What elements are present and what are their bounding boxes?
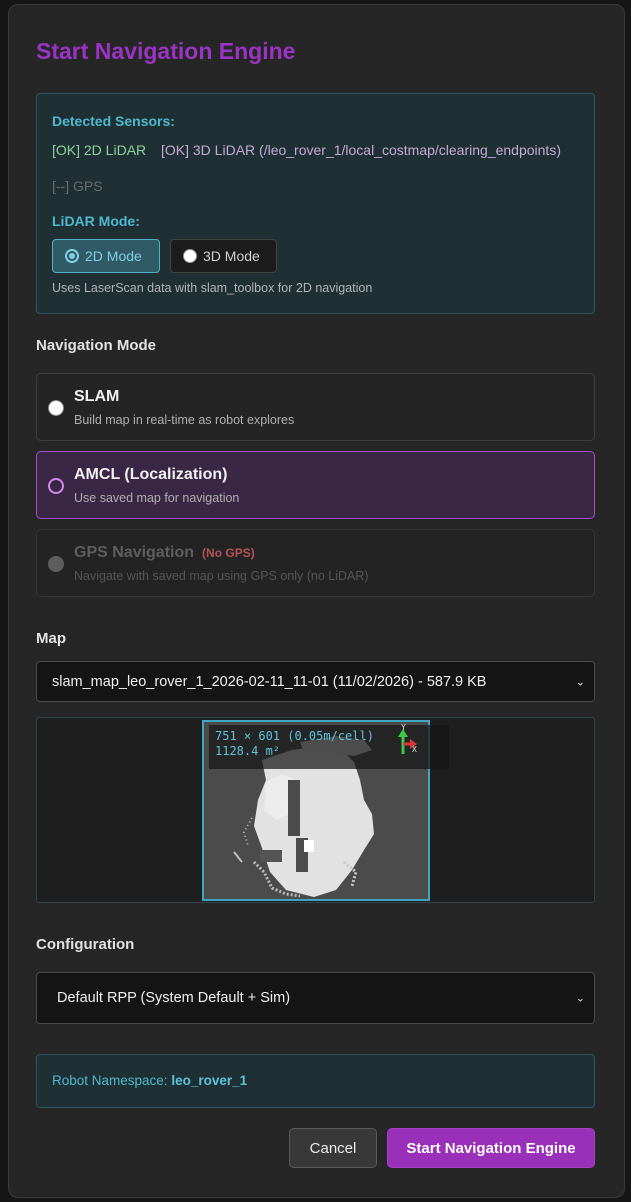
dialog-title: Start Navigation Engine [36, 38, 296, 64]
map-heading: Map [36, 630, 66, 647]
configuration-select[interactable]: Default RPP (System Default + Sim) ⌄ [36, 972, 595, 1024]
lidar-mode-3d-button[interactable]: 3D Mode [170, 239, 277, 273]
detected-sensors-heading: Detected Sensors: [52, 113, 175, 129]
axis-y-label: Y [401, 723, 406, 732]
nav-option-title-text: GPS Navigation [74, 544, 195, 561]
nav-option-title: SLAM [74, 388, 120, 405]
sensor-3d-lidar: [OK] 3D LiDAR (/leo_rover_1/local_costma… [161, 142, 561, 158]
lidar-mode-3d-label: 3D Mode [203, 248, 260, 264]
map-select[interactable]: slam_map_leo_rover_1_2026-02-11_11-01 (1… [36, 661, 595, 702]
radio-unselected-icon[interactable] [48, 400, 64, 416]
no-gps-badge: (No GPS) [202, 546, 255, 560]
chevron-down-icon: ⌄ [575, 992, 585, 1005]
configuration-heading: Configuration [36, 936, 135, 953]
nav-option-title: GPS Navigation (No GPS) [74, 544, 255, 562]
radio-selected-icon [65, 249, 79, 263]
lidar-mode-2d-label: 2D Mode [85, 248, 142, 264]
nav-option-description: Use saved map for navigation [74, 491, 240, 505]
configuration-select-value: Default RPP (System Default + Sim) [57, 990, 291, 1006]
robot-namespace-label: Robot Namespace: [52, 1073, 168, 1088]
detected-sensors-panel: Detected Sensors: [OK] 2D LiDAR [OK] 3D … [36, 93, 595, 314]
sensor-2d-lidar: [OK] 2D LiDAR [52, 142, 147, 158]
nav-option-description: Build map in real-time as robot explores [74, 413, 295, 427]
navigation-mode-heading: Navigation Mode [36, 337, 157, 354]
nav-option-slam[interactable]: SLAM Build map in real-time as robot exp… [36, 373, 595, 441]
radio-selected-icon[interactable] [48, 478, 64, 494]
robot-namespace-value: leo_rover_1 [171, 1073, 248, 1088]
robot-namespace-box: Robot Namespace: leo_rover_1 [36, 1054, 595, 1108]
sensor-gps: [--] GPS [52, 178, 103, 194]
lidar-mode-heading: LiDAR Mode: [52, 213, 140, 229]
map-select-value: slam_map_leo_rover_1_2026-02-11_11-01 (1… [52, 673, 487, 690]
axis-x-label: X [412, 745, 417, 754]
nav-option-amcl[interactable]: AMCL (Localization) Use saved map for na… [36, 451, 595, 519]
map-axes-icon: Y X [398, 723, 417, 754]
map-preview: 751 × 601 (0.05m/cell) 1128.4 m² Y X [36, 717, 595, 903]
robot-namespace: Robot Namespace: leo_rover_1 [52, 1073, 247, 1088]
cancel-button[interactable]: Cancel [289, 1128, 377, 1168]
nav-option-title: AMCL (Localization) [74, 466, 228, 483]
lidar-mode-description: Uses LaserScan data with slam_toolbox fo… [52, 281, 373, 295]
radio-unselected-icon [183, 249, 197, 263]
nav-option-gps: GPS Navigation (No GPS) Navigate with sav… [36, 529, 595, 597]
chevron-down-icon: ⌄ [575, 676, 585, 688]
radio-disabled-icon [48, 556, 64, 572]
nav-option-description: Navigate with saved map using GPS only (… [74, 569, 369, 583]
lidar-mode-2d-button[interactable]: 2D Mode [52, 239, 160, 273]
start-navigation-button[interactable]: Start Navigation Engine [387, 1128, 595, 1168]
